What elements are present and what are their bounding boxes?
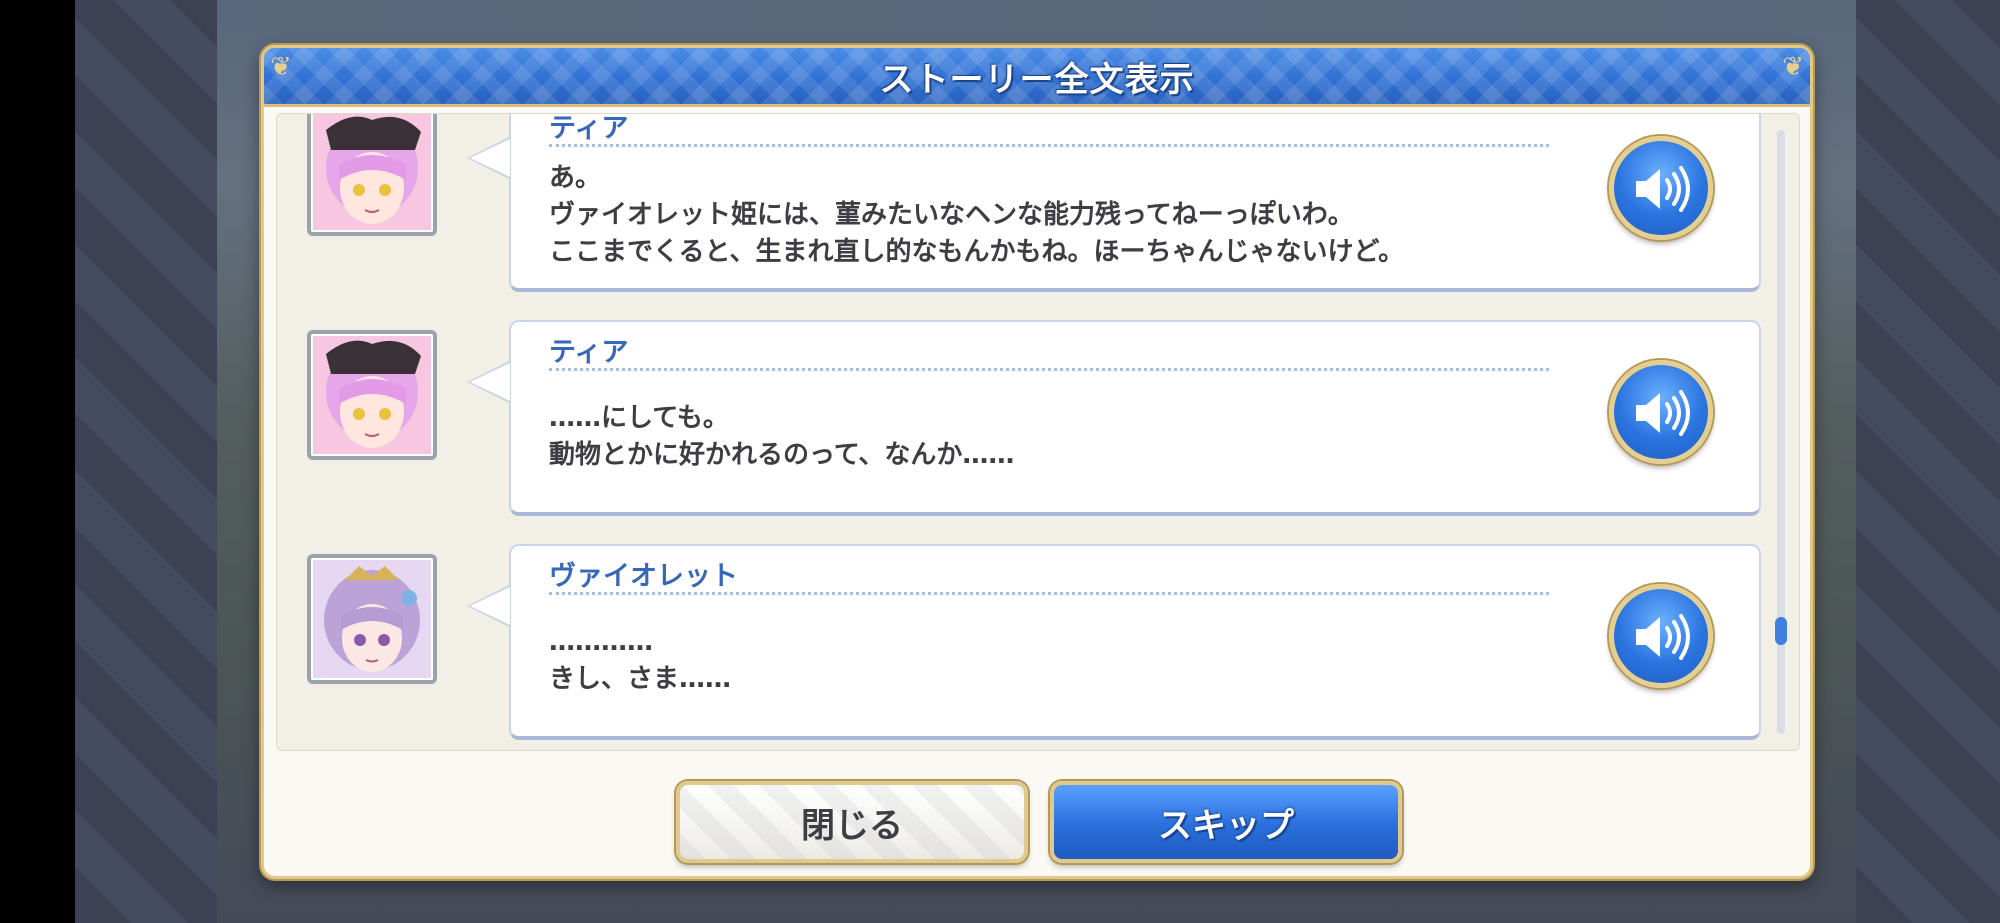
divider: [549, 592, 1549, 595]
dialogue-text: あ。 ヴァイオレット姫には、菫みたいなヘンな能力残ってねーっぽいわ。 ここまでく…: [549, 163, 1405, 267]
scrollbar-track[interactable]: [1775, 130, 1787, 734]
voice-play-button[interactable]: [1609, 584, 1713, 688]
screen-left-edge: [0, 0, 75, 923]
speaker-icon: [1636, 166, 1690, 212]
divider: [549, 144, 1549, 147]
dialogue-bubble: ティア ……にしても。 動物とかに好かれるのって、なんか……: [467, 320, 1761, 516]
scrollbar-thumb[interactable]: [1775, 617, 1787, 645]
story-log-entry: ヴァイオレット ………… きし、さま……: [277, 542, 1777, 742]
background-pattern-right: [1856, 0, 2000, 923]
character-portrait: [307, 554, 437, 684]
speaker-icon: [1636, 390, 1690, 436]
dialog-title: ストーリー全文表示: [879, 59, 1195, 100]
character-portrait: [307, 330, 437, 460]
story-log-entry: ティア ……にしても。 動物とかに好かれるのって、なんか……: [277, 318, 1777, 518]
close-button[interactable]: 閉じる: [676, 781, 1028, 863]
speaker-icon: [1636, 614, 1690, 660]
speaker-name: ヴァイオレット: [549, 561, 738, 592]
voice-play-button[interactable]: [1609, 136, 1713, 240]
story-log-dialog: ❦ ストーリー全文表示 ❦ ティア あ。 ヴァイオレット姫には、菫みたいなヘンな…: [261, 45, 1813, 879]
character-portrait: [307, 114, 437, 236]
dialogue-text: ………… きし、さま……: [549, 627, 732, 694]
divider: [549, 368, 1549, 371]
speaker-name: ティア: [549, 337, 629, 368]
skip-button-label: スキップ: [1158, 805, 1294, 846]
dialogue-bubble: ヴァイオレット ………… きし、さま……: [467, 544, 1761, 740]
story-log-list[interactable]: ティア あ。 ヴァイオレット姫には、菫みたいなヘンな能力残ってねーっぽいわ。 こ…: [276, 113, 1800, 751]
voice-play-button[interactable]: [1609, 360, 1713, 464]
dialogue-text: ……にしても。 動物とかに好かれるのって、なんか……: [549, 403, 1015, 470]
close-button-label: 閉じる: [801, 805, 903, 846]
ornament-left-icon: ❦: [270, 52, 292, 82]
dialog-header: ❦ ストーリー全文表示 ❦: [264, 48, 1810, 107]
story-log-entry: ティア あ。 ヴァイオレット姫には、菫みたいなヘンな能力残ってねーっぽいわ。 こ…: [277, 113, 1777, 294]
skip-button[interactable]: スキップ: [1050, 781, 1402, 863]
dialogue-bubble: ティア あ。 ヴァイオレット姫には、菫みたいなヘンな能力残ってねーっぽいわ。 こ…: [467, 113, 1761, 292]
speaker-name: ティア: [549, 113, 629, 144]
ornament-right-icon: ❦: [1782, 52, 1804, 82]
background-pattern-left: [75, 0, 217, 923]
